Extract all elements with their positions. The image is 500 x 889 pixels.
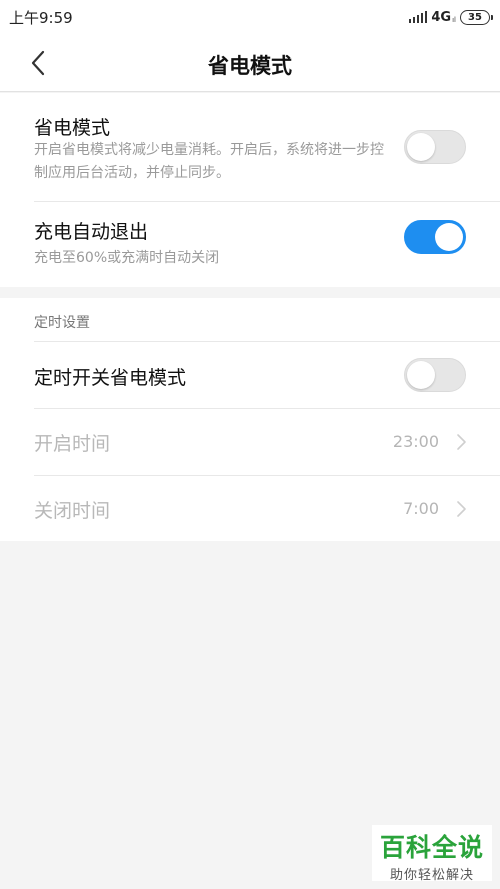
app-header: 省电模式 (0, 34, 500, 92)
auto-exit-title: 充电自动退出 (34, 221, 149, 243)
status-indicators: 4G ıl 35 (408, 9, 493, 25)
battery-level: 35 (468, 11, 482, 23)
toggle-knob (407, 361, 435, 389)
schedule-card: 定时设置 定时开关省电模式 开启时间 23:00 关闭时间 7:00 (0, 298, 500, 541)
start-time-row[interactable]: 开启时间 23:00 (0, 409, 500, 475)
page-title: 省电模式 (208, 54, 292, 78)
signal-icon (408, 11, 428, 23)
battery-icon: 35 (460, 9, 493, 25)
power-saving-description: 开启省电模式将减少电量消耗。开启后，系统将进一步控制应用后台活动，并停止同步。 (34, 142, 384, 181)
auto-exit-row[interactable]: 充电自动退出 充电至60%或充满时自动关闭 (0, 202, 500, 287)
network-activity-icon: ıl (452, 15, 456, 24)
screen: 上午9:59 4G ıl 35 省电模式 省电模式 开启省电模式将减少电量消耗。… (0, 0, 500, 889)
end-time-value: 7:00 (403, 499, 439, 518)
watermark-logo: 百科全说 助你轻松解决 (372, 825, 492, 883)
power-saving-toggle[interactable] (404, 130, 466, 164)
auto-exit-toggle[interactable] (404, 220, 466, 254)
end-time-row[interactable]: 关闭时间 7:00 (0, 476, 500, 541)
auto-exit-description: 充电至60%或充满时自动关闭 (34, 250, 220, 266)
start-time-label: 开启时间 (34, 433, 111, 455)
end-time-label: 关闭时间 (34, 500, 111, 522)
status-bar: 上午9:59 4G ıl 35 (0, 0, 500, 34)
timer-toggle-title: 定时开关省电模式 (34, 367, 187, 389)
toggle-knob (407, 133, 435, 161)
chevron-right-icon (457, 434, 466, 450)
power-settings-card: 省电模式 开启省电模式将减少电量消耗。开启后，系统将进一步控制应用后台活动，并停… (0, 93, 500, 287)
watermark-title: 百科全说 (379, 833, 484, 862)
chevron-right-icon (457, 501, 466, 517)
status-time: 上午9:59 (9, 8, 73, 27)
timer-toggle[interactable] (404, 358, 466, 392)
watermark-tagline: 助你轻松解决 (389, 868, 474, 883)
schedule-section-header: 定时设置 (34, 315, 90, 331)
timer-toggle-row[interactable]: 定时开关省电模式 (0, 342, 500, 408)
start-time-value: 23:00 (392, 432, 439, 451)
toggle-knob (435, 223, 463, 251)
power-saving-row[interactable]: 省电模式 开启省电模式将减少电量消耗。开启后，系统将进一步控制应用后台活动，并停… (0, 93, 500, 201)
power-saving-title: 省电模式 (34, 117, 111, 139)
network-type: 4G (431, 9, 452, 25)
